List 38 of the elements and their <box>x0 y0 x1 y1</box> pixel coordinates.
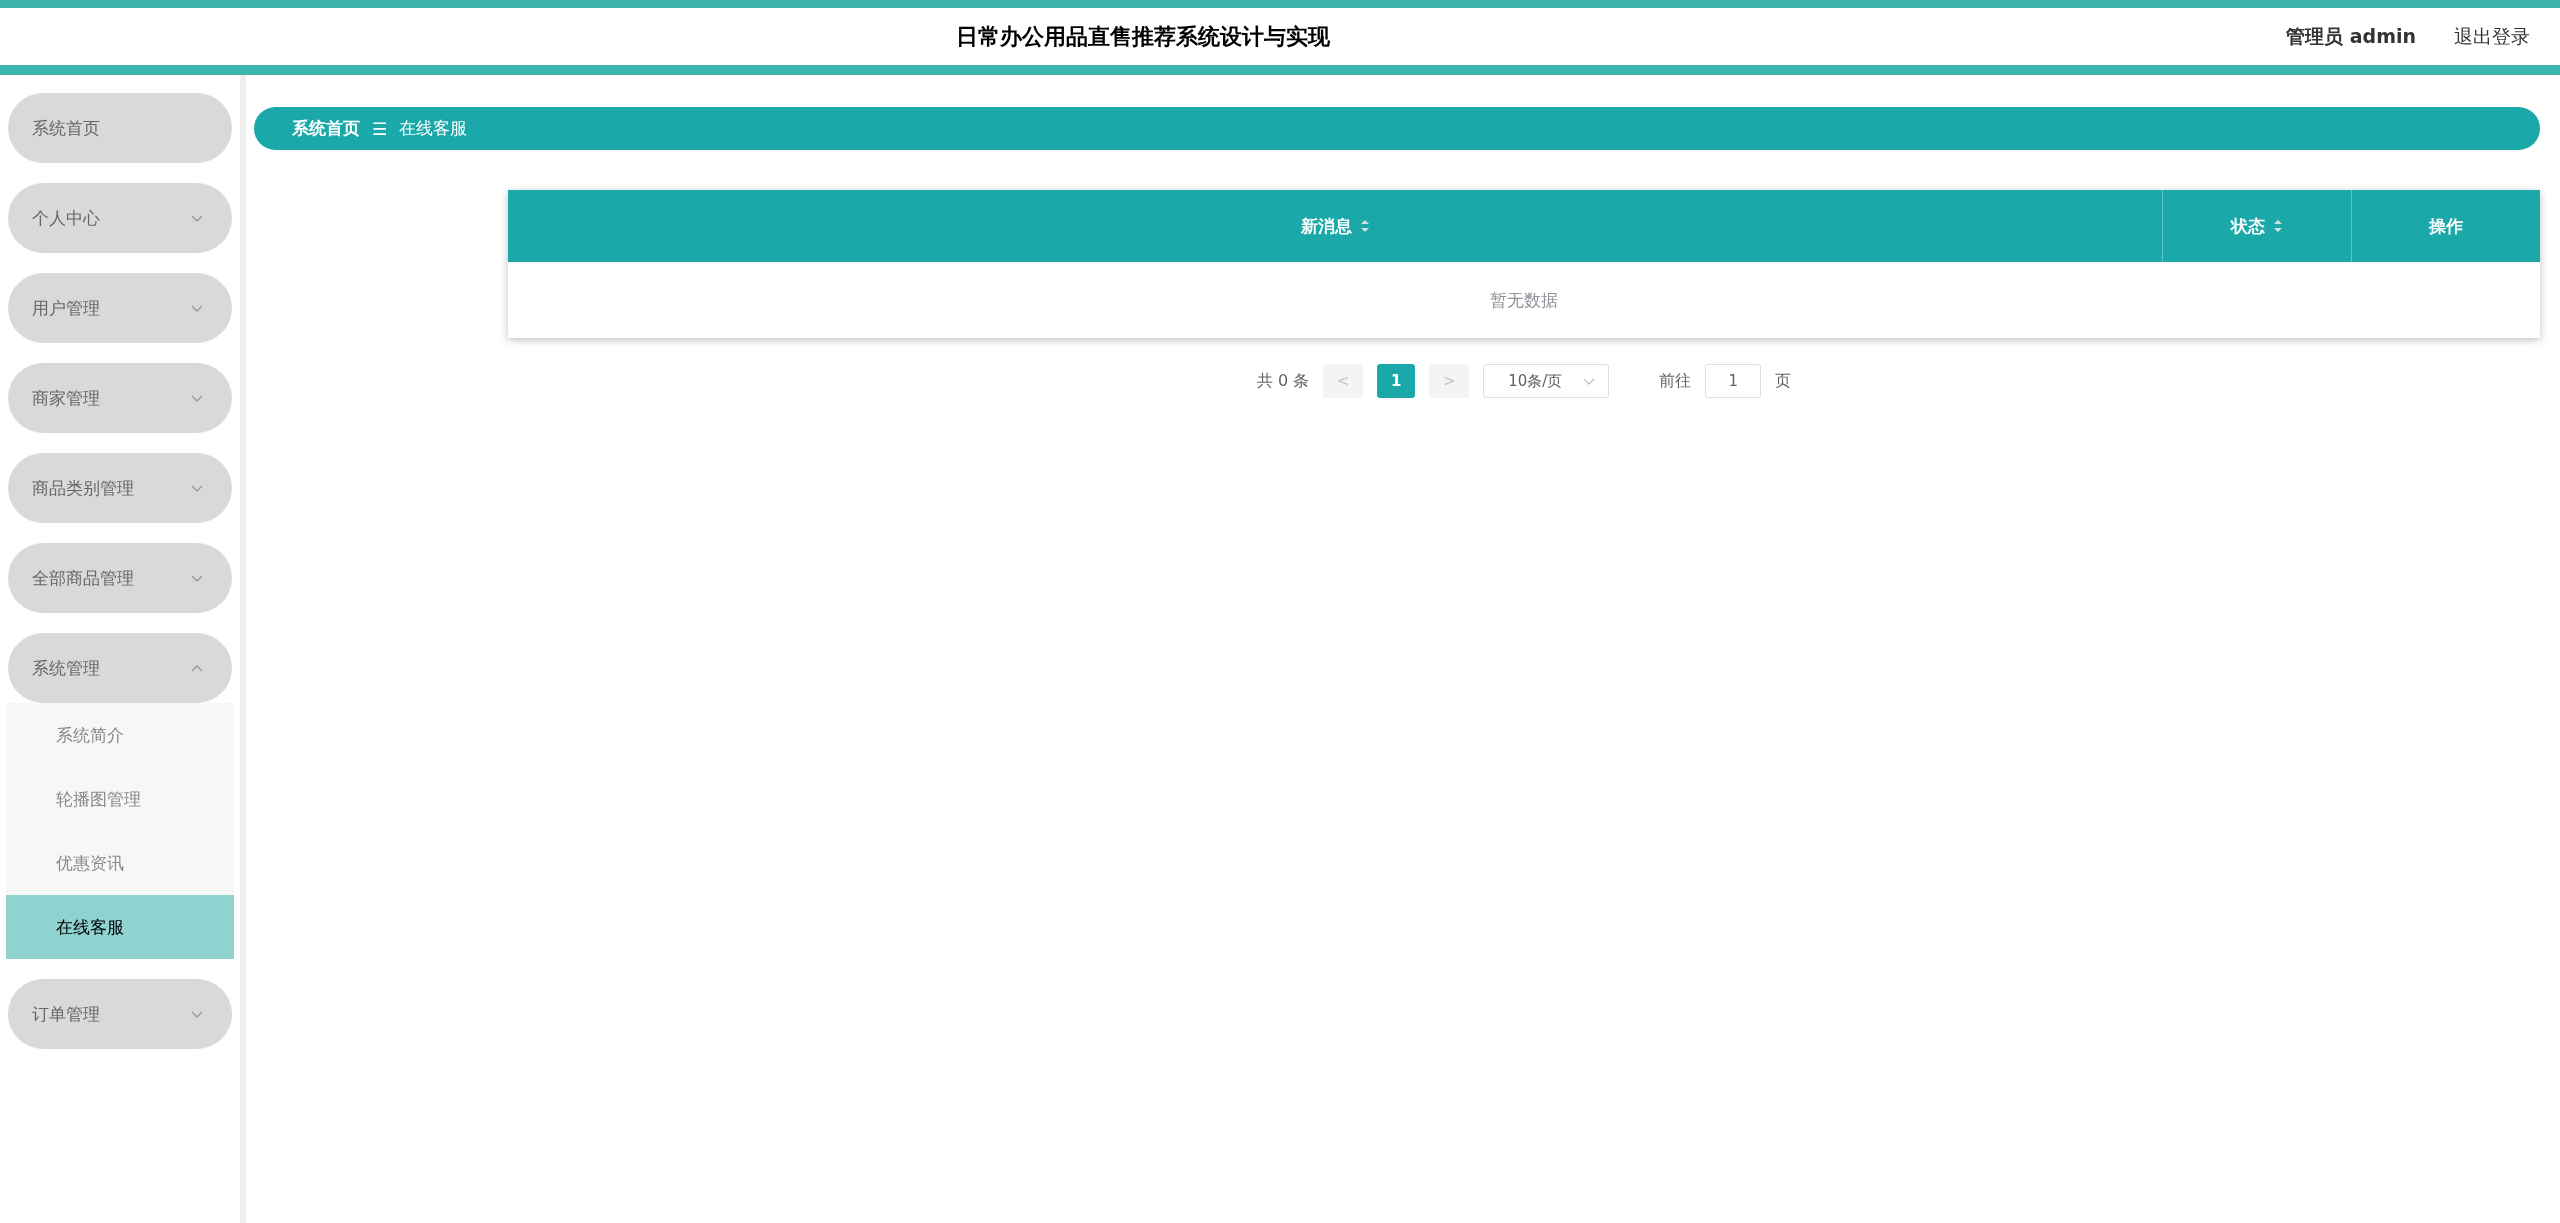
menu-item[interactable]: 系统管理 <box>8 633 232 703</box>
chevron-icon <box>190 393 204 403</box>
menu-item[interactable]: 全部商品管理 <box>8 543 232 613</box>
menu-item[interactable]: 用户管理 <box>8 273 232 343</box>
submenu-item[interactable]: 在线客服 <box>6 895 234 959</box>
submenu-item[interactable]: 优惠资讯 <box>6 831 234 895</box>
chevron-icon <box>190 303 204 313</box>
chevron-icon <box>190 483 204 493</box>
goto-label: 前往 <box>1659 370 1692 392</box>
menu-item[interactable]: 个人中心 <box>8 183 232 253</box>
page-size-select[interactable]: 10条/页 <box>1483 364 1610 398</box>
chevron-icon <box>190 573 204 583</box>
submenu-item[interactable]: 轮播图管理 <box>6 767 234 831</box>
menu-item[interactable]: 系统首页 <box>8 93 232 163</box>
page-unit-label: 页 <box>1775 370 1792 392</box>
app-title: 日常办公用品直售推荐系统设计与实现 <box>955 22 1332 51</box>
column-header[interactable]: 新消息 <box>1300 214 1370 238</box>
sort-icon[interactable] <box>2273 218 2283 234</box>
total-count: 共 0 条 <box>1256 370 1310 392</box>
breadcrumb-current: 在线客服 <box>399 117 468 140</box>
column-header[interactable]: 状态 <box>2231 214 2283 238</box>
menu-item[interactable]: 商品类别管理 <box>8 453 232 523</box>
menu-item[interactable]: 订单管理 <box>8 979 232 1049</box>
sort-icon[interactable] <box>1359 218 1370 234</box>
breadcrumb-link[interactable]: 系统首页 <box>292 117 360 140</box>
chevron-icon <box>190 213 204 223</box>
submenu-item[interactable]: 系统简介 <box>6 703 234 767</box>
chevron-icon <box>190 663 204 673</box>
chevron-icon <box>190 1009 204 1019</box>
breadcrumb-separator: ☰ <box>372 118 388 139</box>
column-header[interactable]: 操作 <box>2429 214 2463 238</box>
menu-item[interactable]: 商家管理 <box>8 363 232 433</box>
page-button[interactable]: 1 <box>1377 364 1416 398</box>
chevron-icon <box>1582 376 1597 386</box>
empty-text: 暂无数据 <box>1489 288 1559 312</box>
user-label: 管理员 admin <box>2286 23 2416 49</box>
logout-link[interactable]: 退出登录 <box>2454 23 2530 50</box>
page-input[interactable]: 1 <box>1705 364 1762 398</box>
